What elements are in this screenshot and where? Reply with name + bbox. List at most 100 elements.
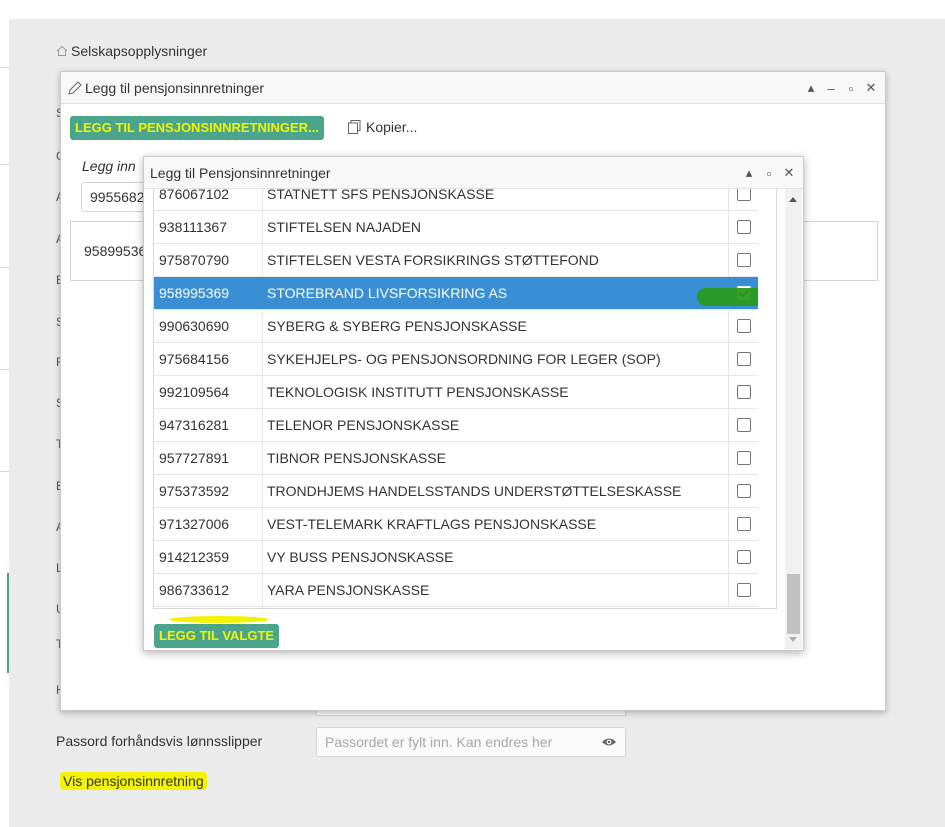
name-cell: STOREBRAND LIVSFORSIKRING AS: [263, 277, 729, 309]
name-cell: STIFTELSEN NAJADEN: [263, 211, 729, 243]
checkbox-cell: [729, 244, 758, 276]
add-pensjonsinnretninger-button[interactable]: LEGG TIL PENSJONSINNRETNINGER...: [70, 116, 324, 140]
table-row[interactable]: 975684156 SYKEHJELPS- OG PENSJONSORDNING …: [154, 343, 758, 376]
select-checkbox[interactable]: [737, 418, 751, 432]
org-number-cell: 947316281: [154, 409, 263, 441]
copy-icon: [348, 120, 361, 134]
name-cell: TEKNOLOGISK INSTITUTT PENSJONSKASSE: [263, 376, 729, 408]
password-label: Passord forhåndsvis lønnsslipper: [56, 733, 263, 749]
org-number-cell: 938111367: [154, 211, 263, 243]
org-number-cell: 914212359: [154, 541, 263, 573]
divider: [0, 369, 9, 370]
breadcrumb-label: Selskapsopplysninger: [71, 43, 208, 59]
org-number-cell: 986733612: [154, 574, 263, 606]
checkbox-cell: [729, 189, 758, 210]
table-row[interactable]: 947316281 TELENOR PENSJONSKASSE: [154, 409, 758, 442]
copy-label: Kopier...: [366, 119, 418, 135]
scroll-thumb[interactable]: [787, 574, 800, 634]
select-checkbox[interactable]: [737, 319, 751, 333]
org-number-cell: 975684156: [154, 343, 263, 375]
checkbox-cell: [729, 508, 758, 540]
breadcrumb[interactable]: Selskapsopplysninger: [56, 43, 207, 59]
table-row[interactable]: 938111367 STIFTELSEN NAJADEN: [154, 211, 758, 244]
pensjonsinnretning-grid: 876067102 STATNETT SFS PENSJONSKASSE 93811…: [153, 189, 777, 609]
select-checkbox[interactable]: [737, 189, 751, 201]
select-checkbox[interactable]: [737, 451, 751, 465]
select-checkbox[interactable]: [737, 583, 751, 597]
copy-button[interactable]: Kopier...: [348, 119, 417, 135]
table-row[interactable]: 914212359 VY BUSS PENSJONSKASSE: [154, 541, 758, 574]
legg-til-pensjonsinnretninger-picker-dialog: Legg til Pensjonsinnretninger ▴ ▫ ✕ 8760…: [143, 156, 804, 651]
highlight-swoosh: [169, 616, 269, 623]
window-controls: ▴ ▫ ✕: [743, 157, 795, 189]
select-checkbox[interactable]: [737, 253, 751, 267]
chevron-up-icon[interactable]: ▴: [805, 80, 817, 96]
checkbox-cell: [729, 343, 758, 375]
table-row[interactable]: 986733612 YARA PENSJONSKASSE: [154, 574, 758, 607]
maximize-icon[interactable]: ▫: [845, 81, 857, 96]
select-checkbox[interactable]: [737, 550, 751, 564]
table-row[interactable]: 957727891 TIBNOR PENSJONSKASSE: [154, 442, 758, 475]
divider: [0, 67, 9, 68]
left-accent-bar: [7, 573, 9, 673]
org-number-cell: 975373592: [154, 475, 263, 507]
org-number-cell: 876067102: [154, 189, 263, 210]
checkbox-cell: [729, 475, 758, 507]
select-checkbox[interactable]: [737, 517, 751, 531]
dialog-titlebar[interactable]: Legg til Pensjonsinnretninger ▴ ▫ ✕: [144, 157, 803, 189]
maximize-icon[interactable]: ▫: [763, 166, 775, 181]
dialog-title: Legg til pensjonsinnretninger: [85, 79, 265, 96]
checkbox-cell: [729, 376, 758, 408]
name-cell: SYBERG & SYBERG PENSJONSKASSE: [263, 310, 729, 342]
close-icon[interactable]: ✕: [865, 80, 877, 96]
checkbox-cell: [729, 574, 758, 606]
select-checkbox[interactable]: [737, 352, 751, 366]
table-row[interactable]: 992109564 TEKNOLOGISK INSTITUTT PENSJONSK…: [154, 376, 758, 409]
table-row[interactable]: 975373592 TRONDHJEMS HANDELSSTANDS UNDERS…: [154, 475, 758, 508]
checkbox-cell: [729, 211, 758, 243]
name-cell: TRONDHJEMS HANDELSSTANDS UNDERSTØTTELSES…: [263, 475, 729, 507]
password-input[interactable]: [316, 727, 626, 757]
org-number-cell: 975870790: [154, 244, 263, 276]
select-checkbox[interactable]: [737, 220, 751, 234]
table-row[interactable]: 958995369 STOREBRAND LIVSFORSIKRING AS: [154, 277, 758, 310]
select-checkbox[interactable]: [737, 484, 751, 498]
divider: [0, 471, 9, 472]
select-checkbox[interactable]: [737, 385, 751, 399]
table-row[interactable]: 876067102 STATNETT SFS PENSJONSKASSE: [154, 189, 758, 211]
home-icon: [56, 45, 68, 56]
name-cell: VEST-TELEMARK KRAFTLAGS PENSJONSKASSE: [263, 508, 729, 540]
name-cell: SYKEHJELPS- OG PENSJONSORDNING FOR LEGER…: [263, 343, 729, 375]
name-cell: VY BUSS PENSJONSKASSE: [263, 541, 729, 573]
grid-body: 876067102 STATNETT SFS PENSJONSKASSE 93811…: [154, 189, 758, 607]
scrollbar[interactable]: [785, 189, 802, 649]
add-selected-button[interactable]: LEGG TIL VALGTE: [154, 624, 280, 648]
highlight-mark: [697, 288, 767, 306]
org-number-cell: 990630690: [154, 310, 263, 342]
checkbox-cell: [729, 442, 758, 474]
org-number-cell: 958995369: [154, 277, 263, 309]
org-number-cell: 992109564: [154, 376, 263, 408]
minimize-icon[interactable]: –: [825, 81, 837, 96]
close-icon[interactable]: ✕: [783, 165, 795, 181]
table-row[interactable]: 971327006 VEST-TELEMARK KRAFTLAGS PENSJON…: [154, 508, 758, 541]
pencil-icon: [68, 80, 82, 95]
name-cell: STATNETT SFS PENSJONSKASSE: [263, 189, 729, 210]
chevron-up-icon[interactable]: ▴: [743, 165, 755, 181]
window-controls: ▴ – ▫ ✕: [805, 72, 877, 104]
checkbox-cell: [729, 541, 758, 573]
grid-scroll-gutter: [758, 189, 776, 608]
table-row[interactable]: 990630690 SYBERG & SYBERG PENSJONSKASSE: [154, 310, 758, 343]
name-cell: TIBNOR PENSJONSKASSE: [263, 442, 729, 474]
org-number-cell: 971327006: [154, 508, 263, 540]
dialog-titlebar[interactable]: Legg til pensjonsinnretninger ▴ – ▫ ✕: [61, 72, 885, 104]
divider: [0, 267, 9, 268]
checkbox-cell: [729, 409, 758, 441]
vis-pensjonsinnretning-link[interactable]: Vis pensjonsinnretning: [60, 772, 207, 790]
name-cell: STIFTELSEN VESTA FORSIKRINGS STØTTEFOND: [263, 244, 729, 276]
left-strip: [0, 19, 9, 827]
scroll-down-icon[interactable]: [789, 637, 797, 642]
eye-icon[interactable]: [601, 736, 617, 748]
table-row[interactable]: 975870790 STIFTELSEN VESTA FORSIKRINGS ST…: [154, 244, 758, 277]
scroll-up-icon[interactable]: [789, 197, 797, 202]
